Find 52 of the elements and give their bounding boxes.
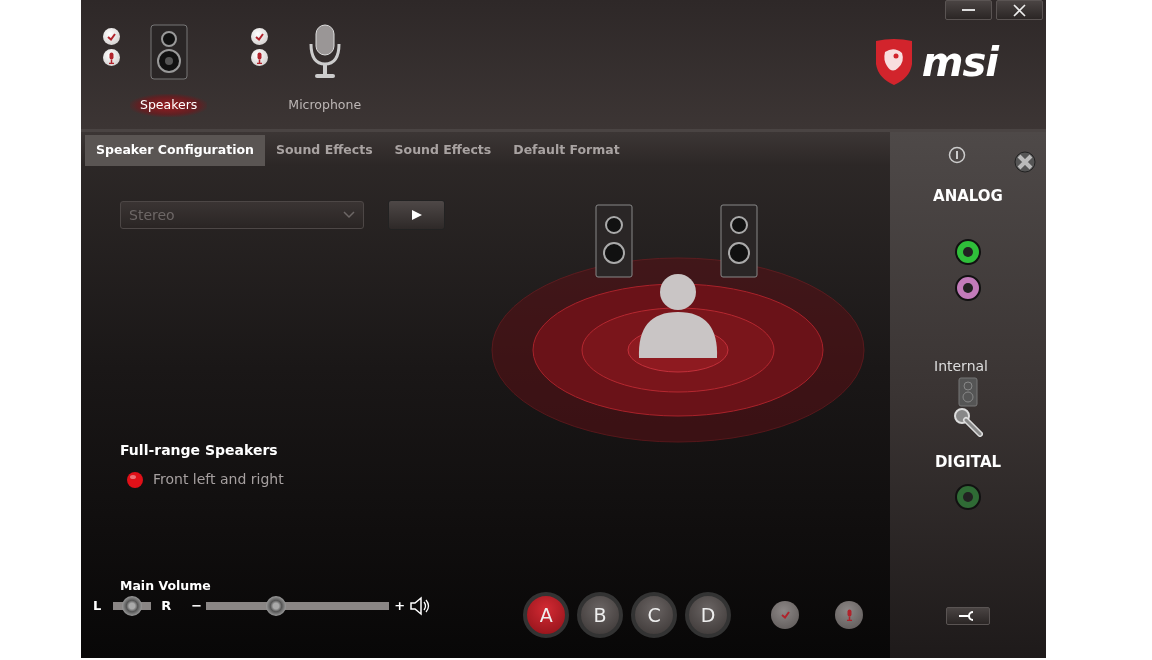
audio-jack-icon[interactable]	[954, 273, 982, 302]
speaker-label: Front left and right	[153, 470, 284, 489]
play-button[interactable]	[388, 200, 445, 230]
chevron-down-icon	[343, 211, 355, 219]
fan-icon	[1014, 151, 1036, 173]
volume-label: Main Volume	[119, 577, 212, 596]
profile-button[interactable]: C	[631, 592, 678, 638]
section-title: ANALOG	[933, 186, 1003, 207]
minus-label: −	[191, 597, 203, 616]
tab[interactable]: Speaker Configuration	[85, 135, 265, 166]
check-button[interactable]	[771, 601, 800, 629]
settings-button[interactable]	[1014, 151, 1036, 173]
mic-button[interactable]	[251, 49, 269, 66]
microphone-icon	[108, 51, 115, 64]
profile-button[interactable]: A	[523, 592, 570, 638]
close-icon	[1013, 3, 1026, 17]
play-icon	[410, 209, 423, 221]
profile-button[interactable]: B	[577, 592, 624, 638]
balance-left-label: L	[93, 597, 102, 616]
check-icon	[255, 32, 265, 41]
slider-thumb[interactable]	[265, 596, 286, 616]
microphone-icon	[256, 51, 264, 64]
section-title: Full-range Speakers	[120, 441, 279, 460]
section-title: DIGITAL	[934, 451, 1002, 473]
section-label: Internal	[934, 356, 988, 376]
logo: msi	[921, 42, 998, 82]
microphone-icon[interactable]	[953, 406, 983, 437]
slider-thumb[interactable]	[122, 596, 143, 616]
device-tab[interactable]: Speakers	[124, 24, 214, 117]
balance-right-label: R	[161, 597, 172, 616]
check-button[interactable]	[251, 28, 269, 45]
microphone-icon	[845, 609, 853, 621]
info-icon	[948, 146, 966, 164]
volume-icon[interactable]	[409, 596, 432, 616]
shield-icon	[873, 38, 914, 86]
check-icon	[780, 611, 790, 619]
check-button[interactable]	[103, 28, 120, 45]
tools-button[interactable]	[946, 607, 990, 625]
profile-button[interactable]: D	[685, 592, 732, 638]
check-icon	[107, 32, 116, 41]
mic-button[interactable]	[103, 49, 120, 66]
minimize-button[interactable]	[945, 0, 992, 20]
tab[interactable]: Default Format	[502, 135, 631, 166]
tab[interactable]: Sound Effects	[264, 135, 384, 166]
configuration-dropdown: Stereo	[120, 201, 364, 229]
plus-label: +	[394, 597, 406, 616]
close-button[interactable]	[996, 0, 1043, 20]
tab[interactable]: Sound Effects	[383, 135, 503, 166]
device-tab[interactable]: Microphone	[272, 24, 378, 117]
mic-button[interactable]	[835, 601, 864, 629]
speaker-icon	[149, 24, 188, 80]
audio-jack-icon[interactable]	[954, 237, 982, 266]
